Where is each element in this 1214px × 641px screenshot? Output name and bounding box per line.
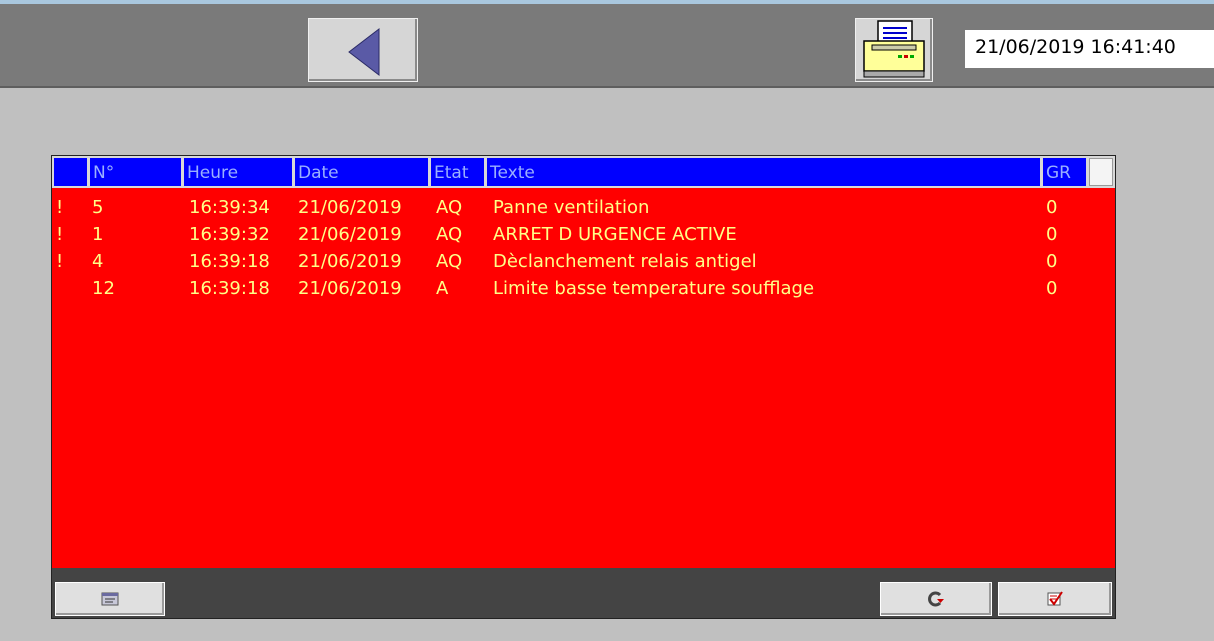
table-row[interactable]: ! 1 16:39:32 21/06/2019 AQ ARRET D URGEN… <box>52 222 1115 248</box>
state-cell: A <box>436 278 449 299</box>
top-bar: 21/06/2019 16:41:40 <box>0 0 1214 88</box>
text-cell: ARRET D URGENCE ACTIVE <box>493 224 737 245</box>
back-arrow-icon <box>348 27 380 77</box>
alarm-table-header: N° Heure Date Etat Texte GR <box>52 156 1115 188</box>
column-header-texte[interactable]: Texte <box>487 158 1043 186</box>
group-cell: 0 <box>1046 197 1058 218</box>
state-cell: AQ <box>436 224 463 245</box>
time-cell: 16:39:34 <box>189 197 270 218</box>
date-cell: 21/06/2019 <box>298 278 402 299</box>
table-row[interactable]: ! 4 16:39:18 21/06/2019 AQ Dèclanchement… <box>52 249 1115 275</box>
flag-cell: ! <box>56 197 64 218</box>
state-cell: AQ <box>436 251 463 272</box>
column-header-date[interactable]: Date <box>295 158 431 186</box>
loop-icon <box>928 591 944 607</box>
loop-button[interactable] <box>880 582 992 616</box>
acknowledge-button[interactable] <box>998 582 1112 616</box>
alarm-view-icon <box>101 592 119 606</box>
header-corner <box>1089 158 1113 186</box>
column-header-number[interactable]: N° <box>90 158 184 186</box>
text-cell: Limite basse temperature soufflage <box>493 278 815 299</box>
column-header-heure[interactable]: Heure <box>184 158 295 186</box>
alarm-toolbar <box>52 568 1115 618</box>
time-cell: 16:39:32 <box>189 224 270 245</box>
group-cell: 0 <box>1046 251 1058 272</box>
date-cell: 21/06/2019 <box>298 251 402 272</box>
number-cell: 4 <box>92 251 104 272</box>
text-cell: Panne ventilation <box>493 197 650 218</box>
group-cell: 0 <box>1046 224 1058 245</box>
date-cell: 21/06/2019 <box>298 224 402 245</box>
flag-cell: ! <box>56 224 64 245</box>
printer-icon <box>863 20 925 78</box>
datetime-display: 21/06/2019 16:41:40 <box>965 30 1214 68</box>
alarm-view-button[interactable] <box>55 582 165 616</box>
back-button[interactable] <box>308 18 418 82</box>
group-cell: 0 <box>1046 278 1058 299</box>
date-cell: 21/06/2019 <box>298 197 402 218</box>
table-row[interactable]: 12 16:39:18 21/06/2019 A Limite basse te… <box>52 276 1115 302</box>
column-header-etat[interactable]: Etat <box>431 158 487 186</box>
table-row[interactable]: ! 5 16:39:34 21/06/2019 AQ Panne ventila… <box>52 195 1115 221</box>
alarm-panel: N° Heure Date Etat Texte GR ! 5 16:39:34… <box>51 155 1116 619</box>
number-cell: 12 <box>92 278 115 299</box>
flag-cell: ! <box>56 251 64 272</box>
text-cell: Dèclanchement relais antigel <box>493 251 757 272</box>
acknowledge-icon <box>1047 591 1063 606</box>
column-header-flag[interactable] <box>54 158 90 186</box>
time-cell: 16:39:18 <box>189 251 270 272</box>
print-button[interactable] <box>855 18 933 82</box>
column-header-gr[interactable]: GR <box>1043 158 1089 186</box>
alarm-list[interactable]: ! 5 16:39:34 21/06/2019 AQ Panne ventila… <box>52 188 1115 568</box>
number-cell: 1 <box>92 224 104 245</box>
time-cell: 16:39:18 <box>189 278 270 299</box>
number-cell: 5 <box>92 197 104 218</box>
state-cell: AQ <box>436 197 463 218</box>
